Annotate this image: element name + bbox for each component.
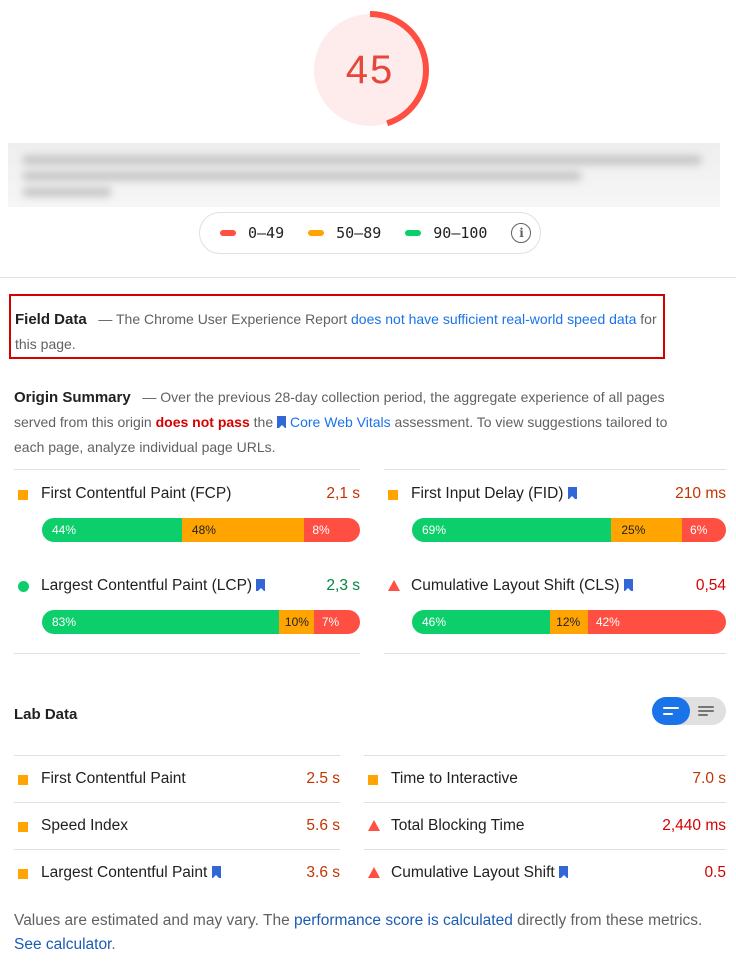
bookmark-icon: [567, 487, 577, 499]
lab-metric-fcp: First Contentful Paint 2.5 s: [14, 755, 340, 802]
score-legend: 0–49 50–89 90–100 i: [199, 212, 541, 254]
orange-square-icon: [388, 490, 398, 500]
field-metrics-right: First Input Delay (FID) 210 ms 69% 25% 6…: [384, 469, 726, 654]
green-circle-icon: [18, 581, 29, 592]
field-metrics-left: First Contentful Paint (FCP) 2,1 s 44% 4…: [14, 469, 360, 654]
bookmark-icon: [623, 579, 633, 591]
performance-score: 45: [345, 47, 395, 92]
field-data-title: Field Data: [15, 311, 87, 328]
metric-cls: Cumulative Layout Shift (CLS) 0,54 46% 1…: [384, 562, 726, 654]
distribution-bar: 44% 48% 8%: [42, 518, 360, 542]
lab-data-title: Lab Data: [14, 706, 78, 723]
core-web-vitals-link[interactable]: Core Web Vitals: [277, 414, 391, 430]
lab-metric-tbt: Total Blocking Time 2,440 ms: [364, 802, 726, 849]
lab-metric-tti: Time to Interactive 7.0 s: [364, 755, 726, 802]
footnote: Values are estimated and may vary. The p…: [14, 912, 703, 953]
lab-metrics-left: First Contentful Paint 2.5 s Speed Index…: [14, 755, 340, 896]
lab-metrics-right: Time to Interactive 7.0 s Total Blocking…: [364, 755, 726, 896]
distribution-bar: 46% 12% 42%: [412, 610, 726, 634]
lab-metric-lcp: Largest Contentful Paint 3.6 s: [14, 849, 340, 896]
metric-fcp: First Contentful Paint (FCP) 2,1 s 44% 4…: [14, 470, 360, 562]
section-divider: [0, 277, 736, 278]
see-calculator-link[interactable]: See calculator: [14, 936, 111, 953]
orange-dash-icon: [308, 230, 325, 236]
legend-item-pass: 90–100: [405, 224, 487, 242]
orange-square-icon: [18, 775, 28, 785]
origin-summary-title: Origin Summary: [14, 389, 131, 406]
orange-square-icon: [18, 490, 28, 500]
origin-summary: Origin Summary — Over the previous 28-da…: [14, 389, 668, 455]
red-triangle-icon: [368, 820, 380, 831]
performance-score-link[interactable]: performance score is calculated: [294, 912, 513, 929]
metric-fid: First Input Delay (FID) 210 ms 69% 25% 6…: [384, 470, 726, 562]
view-toggle[interactable]: [652, 697, 726, 725]
bookmark-icon: [211, 866, 221, 878]
bookmark-icon: [256, 579, 266, 591]
summary-view-toggle[interactable]: [652, 697, 690, 725]
legend-item-average: 50–89: [308, 224, 381, 242]
green-dash-icon: [405, 230, 422, 236]
blurred-screenshot-area: [8, 143, 720, 207]
orange-square-icon: [18, 822, 28, 832]
field-data-section: Field Data — The Chrome User Experience …: [9, 294, 665, 359]
distribution-bar: 69% 25% 6%: [412, 518, 726, 542]
fail-status: does not pass: [155, 414, 250, 430]
legend-item-fail: 0–49: [220, 224, 284, 242]
bookmark-icon: [559, 866, 569, 878]
red-triangle-icon: [388, 580, 400, 591]
bookmark-icon: [277, 416, 286, 428]
list-view-icon[interactable]: [698, 706, 714, 708]
lab-metric-speed-index: Speed Index 5.6 s: [14, 802, 340, 849]
orange-square-icon: [18, 869, 28, 879]
distribution-bar: 83% 10% 7%: [42, 610, 360, 634]
red-triangle-icon: [368, 867, 380, 878]
insufficient-data-link[interactable]: does not have sufficient real-world spee…: [351, 311, 636, 327]
orange-square-icon: [368, 775, 378, 785]
lab-metric-cls: Cumulative Layout Shift 0.5: [364, 849, 726, 896]
info-icon[interactable]: i: [511, 223, 532, 243]
red-dash-icon: [220, 230, 236, 236]
metric-lcp: Largest Contentful Paint (LCP) 2,3 s 83%…: [14, 562, 360, 654]
